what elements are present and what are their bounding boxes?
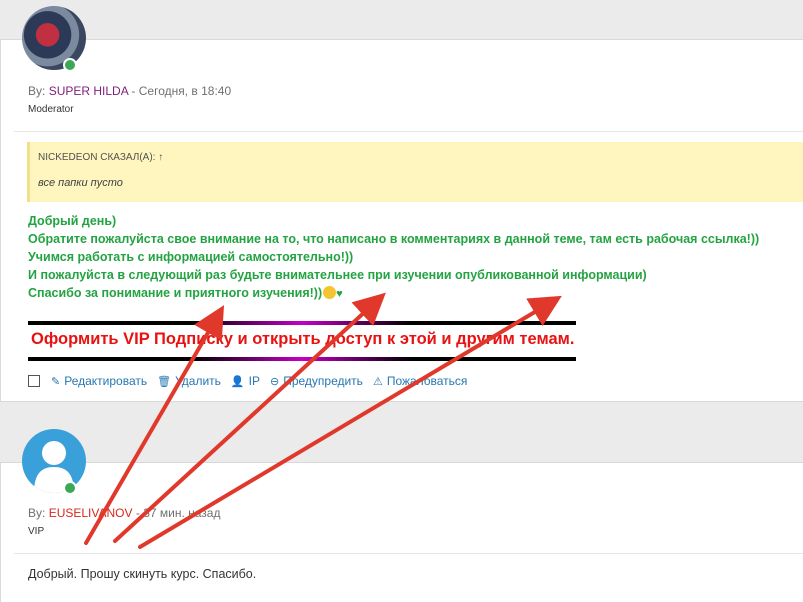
post-time[interactable]: Сегодня, в 18:40 (139, 84, 231, 98)
edit-button[interactable]: ✎ Редактировать (51, 374, 147, 388)
smile-emoji-icon (323, 286, 337, 299)
username-link[interactable]: EUSELIVANOV (49, 506, 133, 520)
quote-header[interactable]: NICKEDEON СКАЗАЛ(А): ↑ (38, 152, 163, 163)
username-link[interactable]: SUPER HILDA (49, 84, 128, 98)
trash-icon: 🗑 (157, 375, 172, 388)
warn-button[interactable]: ⊖ Предупредить (270, 374, 363, 388)
delete-label: Удалить (175, 374, 221, 388)
post-time[interactable]: 37 мин. назад (143, 506, 220, 520)
message-line-3: Учимся работать с информацией самостояте… (28, 250, 354, 264)
quote-text: все папки пусто (38, 177, 123, 189)
online-status-dot (63, 58, 77, 72)
edit-icon: ✎ (51, 375, 61, 388)
divider (14, 131, 803, 132)
vip-banner-link[interactable]: Оформить VIP Подписку и открыть доступ к… (31, 330, 574, 349)
message-line-1: Добрый день) (28, 214, 117, 228)
default-user-avatar[interactable] (22, 429, 86, 493)
message-line-5-wrap: Спасибо за понимание и приятного изучени… (28, 286, 343, 300)
user-role: VIP (28, 526, 45, 537)
by-label: By: (28, 84, 46, 98)
delete-button[interactable]: 🗑 Удалить (157, 374, 221, 388)
report-label: Пожаловаться (386, 374, 468, 388)
moderator-avatar[interactable] (22, 6, 86, 70)
post-message: Добрый. Прошу скинуть курс. Спасибо. (28, 567, 257, 581)
select-post-checkbox[interactable] (28, 375, 40, 387)
user-role: Moderator (28, 104, 74, 115)
meta-dash: - (131, 84, 136, 98)
ip-button[interactable]: 👤 IP (231, 374, 260, 388)
message-line-4: И пожалуйста в следующий раз будьте вним… (28, 268, 647, 282)
ip-label: IP (248, 374, 260, 388)
post-meta: By: EUSELIVANOV - 37 мин. назад (28, 506, 220, 520)
post-actions: ✎ Редактировать 🗑 Удалить 👤 IP ⊖ Предупр… (28, 374, 477, 388)
warning-triangle-icon: ⚠ (372, 375, 383, 388)
quote-block: NICKEDEON СКАЗАЛ(А): ↑ все папки пусто (27, 142, 803, 202)
vip-banner-bottom-border (28, 357, 576, 361)
heart-icon: ♥ (336, 288, 343, 300)
meta-dash: - (135, 506, 140, 520)
post-meta: By: SUPER HILDA - Сегодня, в 18:40 (28, 84, 231, 98)
vip-banner-top-border (28, 321, 576, 325)
warn-label: Предупредить (283, 374, 363, 388)
online-status-dot (63, 481, 77, 495)
edit-label: Редактировать (64, 374, 148, 388)
by-label: By: (28, 506, 46, 520)
message-line-5: Спасибо за понимание и приятного изучени… (28, 286, 323, 300)
user-icon: 👤 (230, 375, 245, 388)
message-line-2: Обратите пожалуйста свое внимание на то,… (28, 232, 760, 246)
minus-circle-icon: ⊖ (269, 375, 280, 388)
user-silhouette-icon (34, 441, 74, 493)
divider (14, 553, 803, 554)
report-button[interactable]: ⚠ Пожаловаться (373, 374, 467, 388)
post-vip-user (0, 462, 803, 602)
